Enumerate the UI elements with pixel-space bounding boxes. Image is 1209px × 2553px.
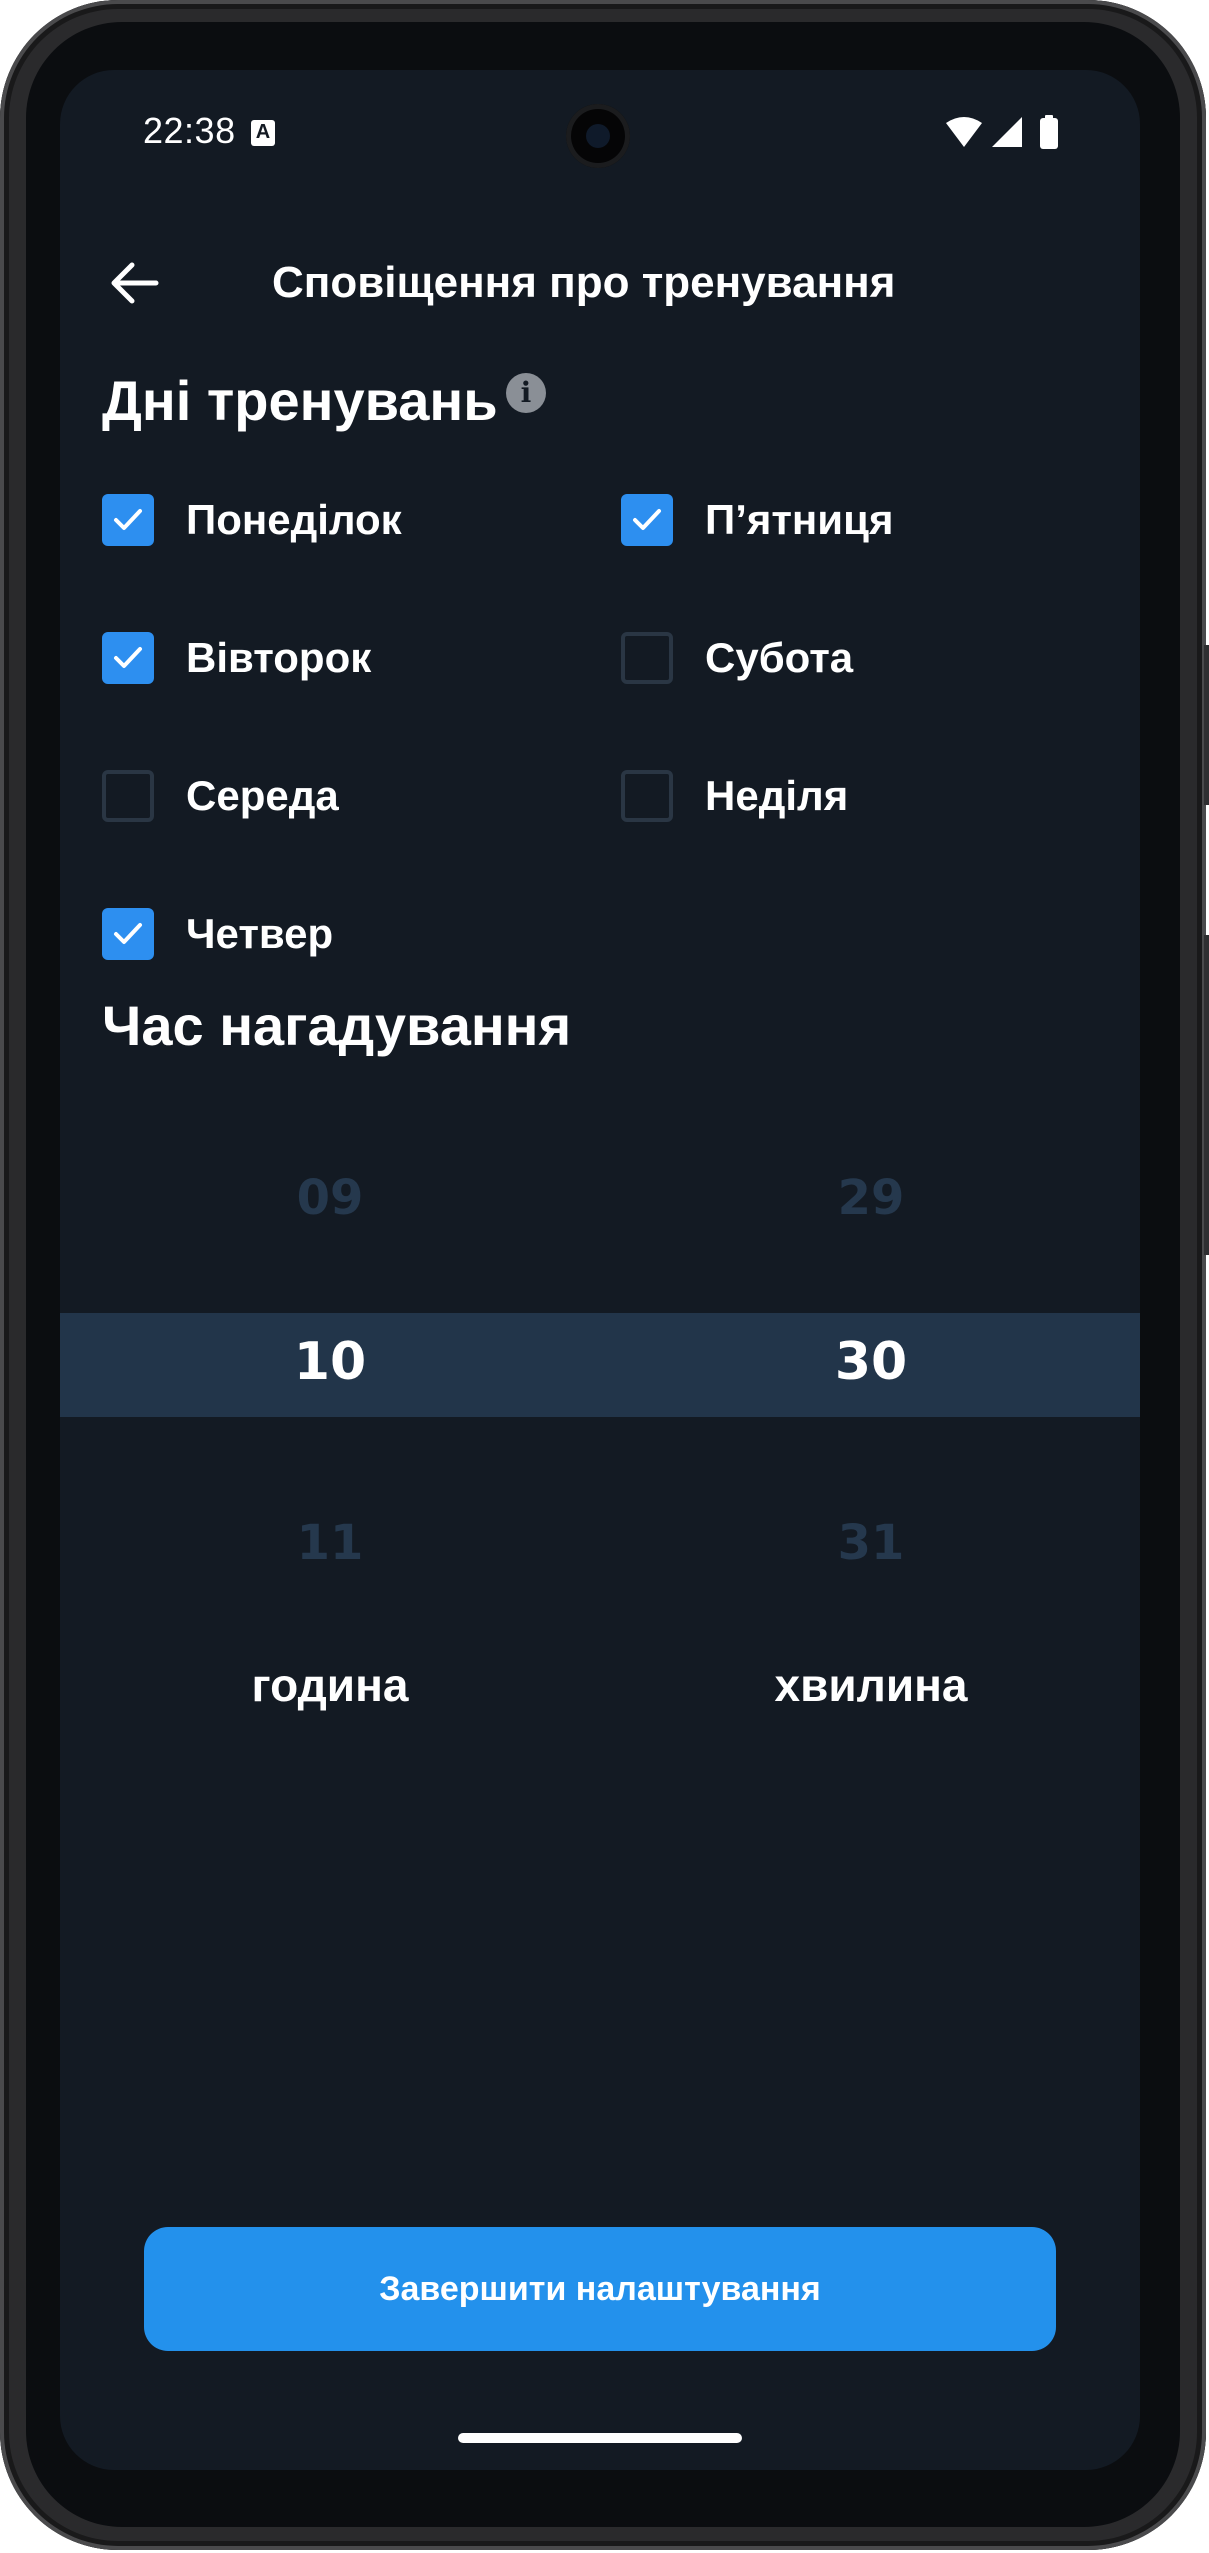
minute-selected[interactable]: 30 (721, 1332, 1021, 1392)
volume-button (1204, 935, 1209, 1255)
day-checkbox-row[interactable]: Вівторок (102, 623, 371, 693)
power-button (1204, 645, 1209, 805)
checkmark-icon (111, 503, 145, 537)
checkbox-unchecked[interactable] (621, 632, 673, 684)
phone-frame: 22:38 A Сповіщення про тренування Дні тр… (0, 0, 1209, 2550)
training-days-title: Дні тренувань (102, 369, 498, 432)
checkbox-checked[interactable] (621, 494, 673, 546)
day-label: Середа (186, 772, 339, 819)
minute-unit-label: хвилина (774, 1659, 968, 1711)
finish-setup-button[interactable]: Завершити налаштування (144, 2227, 1056, 2351)
hour-prev[interactable]: 09 (180, 1170, 480, 1226)
reminder-time-title: Час нагадування (102, 994, 572, 1057)
hour-next[interactable]: 11 (180, 1515, 480, 1571)
checkbox-checked[interactable] (102, 908, 154, 960)
checkbox-unchecked[interactable] (621, 770, 673, 822)
info-icon[interactable]: i (506, 373, 546, 413)
checkmark-icon (630, 503, 664, 537)
day-label: Неділя (705, 772, 849, 819)
checkbox-checked[interactable] (102, 494, 154, 546)
a-text-icon: A (251, 120, 275, 146)
day-checkbox-row[interactable]: Середа (102, 761, 339, 831)
day-checkbox-row[interactable]: Субота (621, 623, 853, 693)
status-icons (946, 115, 1058, 149)
day-checkbox-row[interactable]: Понеділок (102, 485, 402, 555)
front-camera (566, 104, 630, 168)
day-label: Четвер (186, 910, 334, 957)
day-label: Субота (705, 634, 854, 681)
battery-icon (1040, 115, 1058, 149)
checkbox-checked[interactable] (102, 632, 154, 684)
signal-icon (992, 117, 1022, 147)
page-title: Сповіщення про тренування (272, 258, 896, 307)
day-label: П’ятниця (705, 496, 894, 543)
hour-selected[interactable]: 10 (180, 1332, 480, 1392)
app-screen: 22:38 A Сповіщення про тренування Дні тр… (60, 70, 1140, 2470)
day-label: Вівторок (186, 634, 372, 681)
status-time: 22:38 (143, 110, 236, 151)
day-checkbox-row[interactable]: Четвер (102, 899, 333, 969)
checkmark-icon (111, 641, 145, 675)
day-label: Понеділок (186, 496, 402, 543)
day-checkbox-row[interactable]: Неділя (621, 761, 848, 831)
back-arrow-icon[interactable] (100, 247, 172, 319)
hour-unit-label: година (251, 1659, 409, 1711)
checkbox-unchecked[interactable] (102, 770, 154, 822)
checkmark-icon (111, 917, 145, 951)
wifi-icon (946, 117, 982, 147)
home-indicator[interactable] (458, 2433, 742, 2443)
minute-prev[interactable]: 29 (721, 1170, 1021, 1226)
minute-next[interactable]: 31 (721, 1515, 1021, 1571)
day-checkbox-row[interactable]: П’ятниця (621, 485, 893, 555)
